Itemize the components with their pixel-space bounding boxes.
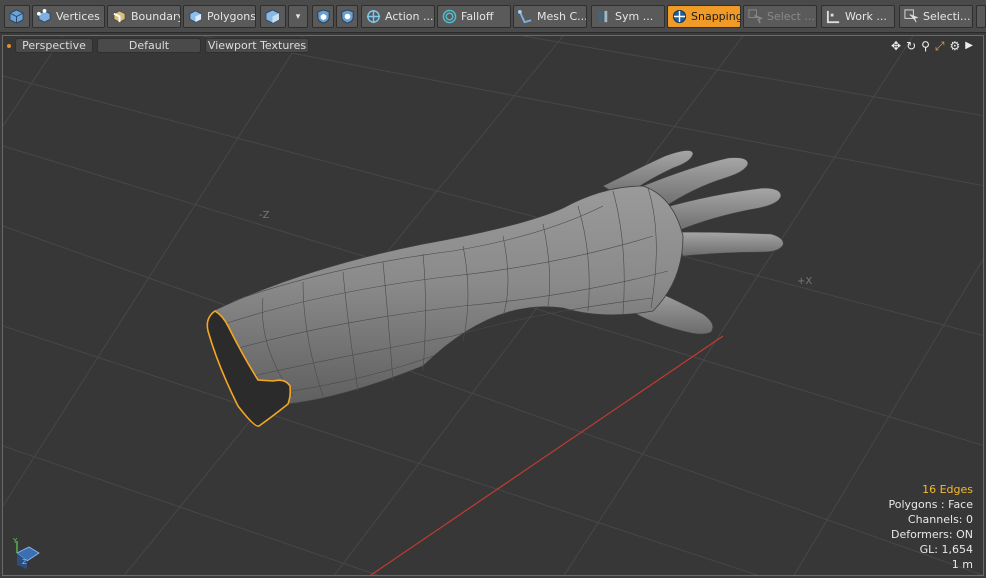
- action-center-button[interactable]: Action ...: [361, 5, 435, 28]
- select-through-label: Select ...: [767, 10, 815, 23]
- toolbar-overflow[interactable]: [976, 5, 986, 28]
- symmetry-label: Sym ...: [615, 10, 654, 23]
- 3d-viewport[interactable]: Perspective Default Viewport Textures ✥ …: [2, 35, 984, 576]
- falloff-label: Falloff: [461, 10, 494, 23]
- shading-label: Viewport Textures: [207, 39, 307, 52]
- x-axis-line: [369, 335, 724, 575]
- symmetry-button[interactable]: Sym ...: [591, 5, 665, 28]
- polygons-label: Polygons: [207, 10, 256, 23]
- symmetry-icon: [598, 10, 608, 23]
- mesh-constraint-icon: [518, 9, 532, 24]
- boundary-label: Boundary: [131, 10, 181, 23]
- vertices-icon: [37, 9, 51, 23]
- projection-dropdown[interactable]: Perspective: [15, 38, 93, 53]
- forearm: [212, 185, 684, 405]
- deformers-info: Deformers: ON: [891, 528, 973, 541]
- view-style-dropdown[interactable]: Default: [97, 38, 201, 53]
- axis-gizmo-icon: Y Z: [12, 537, 40, 569]
- selection-mode-dropdown[interactable]: ▾: [288, 5, 308, 28]
- snap-cube-icon: [341, 9, 354, 24]
- boundary-button[interactable]: Boundary: [107, 5, 181, 28]
- shield-cube-icon: [317, 9, 330, 24]
- selection-sets-button[interactable]: Selecti...: [899, 5, 973, 28]
- projection-label: Perspective: [22, 39, 86, 52]
- item-mode-cube-icon: [9, 9, 24, 24]
- pos-x-label: +X: [797, 276, 813, 287]
- viewport-stats: 16 Edges Polygons : Face Channels: 0 Def…: [888, 482, 973, 572]
- mesh-constraint-button[interactable]: Mesh C...: [513, 5, 587, 28]
- work-plane-label: Work ...: [845, 10, 887, 23]
- snap-cube-button[interactable]: [336, 5, 358, 28]
- gizmo-z-label: Z: [22, 558, 27, 566]
- selection-sets-label: Selecti...: [923, 10, 971, 23]
- material-mode-button[interactable]: [260, 5, 286, 28]
- select-through-button[interactable]: Select ...: [743, 5, 817, 28]
- viewport-menu-dot[interactable]: [7, 44, 11, 48]
- expand-arrow-icon[interactable]: ▶: [965, 39, 973, 53]
- selection-count: 16 Edges: [922, 483, 973, 496]
- polygons-info: Polygons : Face: [888, 498, 973, 511]
- work-plane-icon: [826, 10, 840, 24]
- falloff-icon: [442, 9, 457, 24]
- polygons-button[interactable]: Polygons: [183, 5, 256, 28]
- hand-mesh[interactable]: [206, 150, 784, 427]
- work-plane-button[interactable]: Work ...: [821, 5, 895, 28]
- mesh-constraint-label: Mesh C...: [537, 10, 587, 23]
- zoom-icon[interactable]: ⚲: [921, 39, 930, 53]
- vertices-label: Vertices: [56, 10, 100, 23]
- snapping-icon: [672, 9, 687, 24]
- scale-info: 1 m: [951, 558, 973, 571]
- viewport-scene: [3, 36, 983, 575]
- dropdown-icon: ▾: [295, 11, 301, 22]
- snapping-label: Snapping: [691, 10, 741, 23]
- item-mode-button[interactable]: [4, 5, 30, 28]
- polygons-icon: [189, 10, 202, 23]
- view-style-label: Default: [128, 39, 170, 52]
- gl-info: GL: 1,654: [919, 543, 973, 556]
- pinky-finger: [672, 231, 784, 257]
- action-center-label: Action ...: [385, 10, 434, 23]
- action-center-icon: [366, 9, 381, 24]
- shield-button[interactable]: [312, 5, 334, 28]
- boundary-icon: [113, 10, 126, 23]
- vertices-button[interactable]: Vertices: [32, 5, 105, 28]
- material-cube-icon: [265, 9, 280, 24]
- maximize-icon[interactable]: ⤢: [935, 39, 945, 53]
- main-toolbar: Vertices Boundary Polygons ▾ Action ... …: [0, 0, 986, 33]
- gizmo-y-label: Y: [12, 537, 18, 545]
- pan-icon[interactable]: ✥: [891, 39, 901, 53]
- select-through-icon: [748, 9, 763, 24]
- rotate-icon[interactable]: ↻: [906, 39, 916, 53]
- shading-dropdown[interactable]: Viewport Textures: [205, 38, 309, 53]
- selection-sets-icon: [904, 9, 919, 23]
- falloff-button[interactable]: Falloff: [437, 5, 511, 28]
- neg-z-label: -Z: [259, 210, 270, 221]
- channels-info: Channels: 0: [907, 513, 973, 526]
- snapping-button[interactable]: Snapping: [667, 5, 741, 28]
- viewport-tools: ✥ ↻ ⚲ ⤢ ⚙ ▶: [891, 38, 973, 54]
- gear-icon[interactable]: ⚙: [950, 39, 961, 53]
